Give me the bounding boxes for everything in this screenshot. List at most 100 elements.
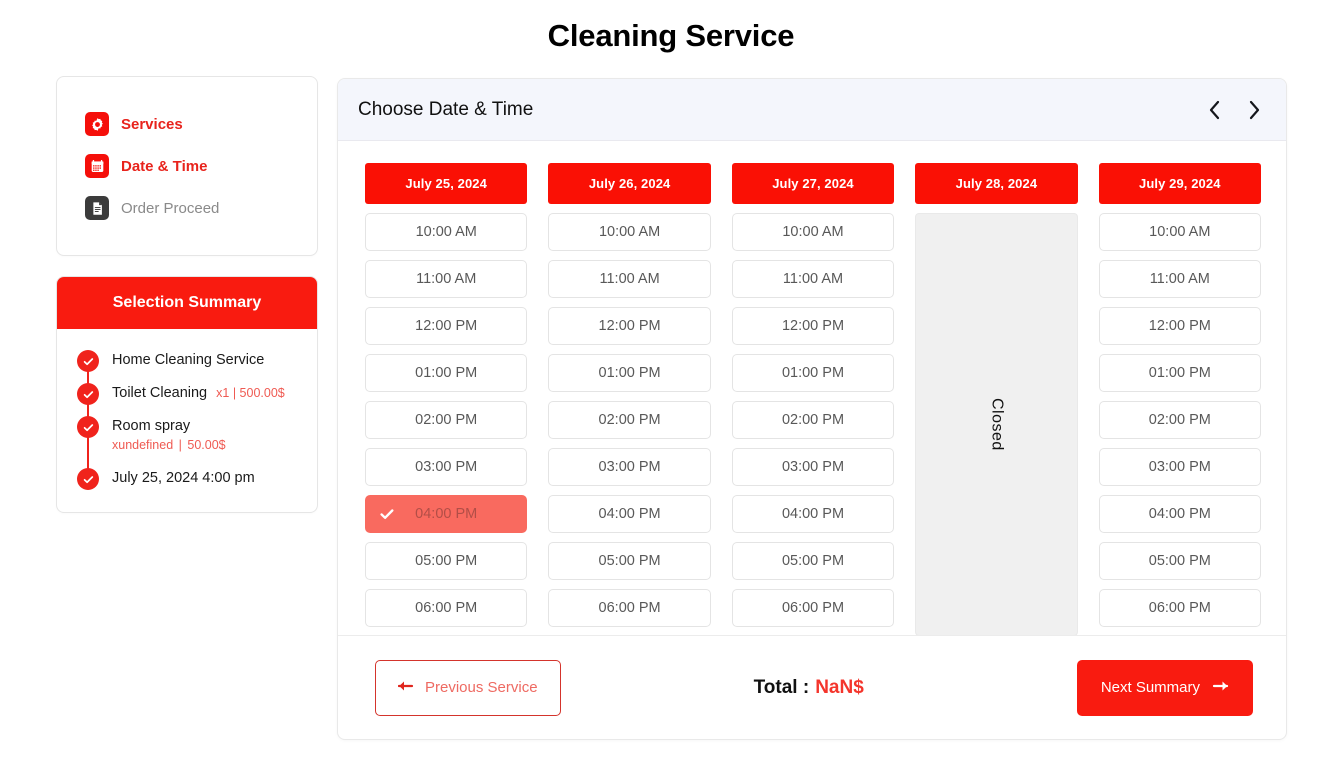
time-slot-label: 01:00 PM <box>1148 365 1211 381</box>
summary-item-price: 500.00$ <box>239 386 285 400</box>
step-item-date-time[interactable]: Date & Time <box>57 145 317 187</box>
time-slot[interactable]: 12:00 PM <box>1098 307 1261 345</box>
time-slot-label: 06:00 PM <box>781 600 845 616</box>
time-slot[interactable]: 03:00 PM <box>731 448 895 486</box>
chevron-right-icon[interactable] <box>1244 97 1264 123</box>
time-slot[interactable]: 11:00 AM <box>731 260 895 298</box>
panel-header: Choose Date & Time <box>338 79 1286 141</box>
summary-item: Home Cleaning Service <box>77 349 301 372</box>
summary-item-separator: | <box>232 386 237 400</box>
summary-item-text: Room spray xundefined | 50.00$ <box>112 415 226 455</box>
gear-icon <box>85 112 109 136</box>
time-slot-label: 02:00 PM <box>415 412 478 428</box>
panel-nav <box>1204 97 1264 123</box>
time-slot-list: 10:00 AM 11:00 AM 12:00 PM 01:00 PM 02:00 PM… <box>1098 213 1261 627</box>
time-slot[interactable]: 12:00 PM <box>731 307 895 345</box>
closed-label: Closed <box>988 398 1006 451</box>
panel-title: Choose Date & Time <box>358 98 534 120</box>
summary-item-text: July 25, 2024 4:00 pm <box>112 467 255 488</box>
document-icon <box>85 196 109 220</box>
time-slot[interactable]: 06:00 PM <box>365 589 528 627</box>
selection-summary-card: Selection Summary Home Cleaning Service T… <box>56 276 318 513</box>
time-slot[interactable]: 05:00 PM <box>731 542 895 580</box>
previous-service-label: Previous Service <box>425 679 538 696</box>
time-slot[interactable]: 11:00 AM <box>365 260 528 298</box>
schedule-area: July 25, 2024 10:00 AM 11:00 AM 12:00 PM 01:… <box>338 141 1286 636</box>
time-slot[interactable]: 03:00 PM <box>365 448 528 486</box>
time-slot-label: 05:00 PM <box>415 553 478 569</box>
time-slot[interactable]: 10:00 AM <box>365 213 528 251</box>
time-slot-label: 11:00 AM <box>1149 271 1210 287</box>
check-circle-icon <box>77 468 99 490</box>
time-slot[interactable]: 05:00 PM <box>548 542 711 580</box>
time-slot-label: 12:00 PM <box>598 318 661 334</box>
step-item-services[interactable]: Services <box>57 103 317 145</box>
check-icon <box>378 505 396 523</box>
summary-timeline: Home Cleaning Service Toilet Cleaning x1 |… <box>77 349 301 490</box>
time-slot-label: 03:00 PM <box>781 459 845 475</box>
previous-service-button[interactable]: Previous Service <box>375 659 561 716</box>
time-slot-label: 06:00 PM <box>1148 600 1211 616</box>
time-slot-label: 04:00 PM <box>415 506 478 522</box>
arrow-right-icon <box>1212 679 1229 696</box>
time-slot[interactable]: 10:00 AM <box>548 213 711 251</box>
time-slot[interactable]: 02:00 PM <box>731 401 895 439</box>
panel-footer: Previous Service Total : NaN$ Next Summar… <box>338 635 1286 739</box>
time-slot[interactable]: 01:00 PM <box>1098 354 1261 392</box>
summary-item: Toilet Cleaning x1 | 500.00$ <box>77 382 301 405</box>
time-slot[interactable]: 10:00 AM <box>731 213 895 251</box>
time-slot[interactable]: 11:00 AM <box>548 260 711 298</box>
time-slot-label: 10:00 AM <box>1149 224 1211 240</box>
step-item-order-proceed[interactable]: Order Proceed <box>57 187 317 229</box>
time-slot[interactable]: 02:00 PM <box>548 401 711 439</box>
summary-item-title: July 25, 2024 4:00 pm <box>112 470 255 486</box>
day-header[interactable]: July 28, 2024 <box>915 163 1078 204</box>
time-slot[interactable]: 02:00 PM <box>365 401 528 439</box>
time-slot[interactable]: 04:00 PM <box>731 495 895 533</box>
time-slot[interactable]: 01:00 PM <box>731 354 895 392</box>
time-slot[interactable]: 06:00 PM <box>1098 589 1261 627</box>
time-slot[interactable]: 01:00 PM <box>548 354 711 392</box>
time-slot[interactable]: 11:00 AM <box>1098 260 1261 298</box>
selection-summary-heading: Selection Summary <box>57 277 317 329</box>
day-header[interactable]: July 29, 2024 <box>1098 163 1261 204</box>
time-slot-label: 12:00 PM <box>781 318 845 334</box>
time-slot-label: 01:00 PM <box>598 365 661 381</box>
day-column: July 29, 2024 10:00 AM 11:00 AM 12:00 PM 01:… <box>1098 163 1261 636</box>
time-slot[interactable]: 01:00 PM <box>365 354 528 392</box>
time-slot[interactable]: 12:00 PM <box>365 307 528 345</box>
time-slot[interactable]: 04:00 PM <box>1098 495 1261 533</box>
time-slot[interactable]: 04:00 PM <box>548 495 711 533</box>
time-slot-label: 11:00 AM <box>782 271 844 287</box>
time-slot-list: 10:00 AM 11:00 AM 12:00 PM 01:00 PM 02:00 PM… <box>731 213 895 627</box>
chevron-left-icon[interactable] <box>1204 97 1224 123</box>
time-slot[interactable]: 05:00 PM <box>365 542 528 580</box>
time-slot-label: 03:00 PM <box>598 459 661 475</box>
closed-day-box: Closed <box>915 213 1078 636</box>
day-header[interactable]: July 27, 2024 <box>731 163 895 204</box>
time-slot-label: 10:00 AM <box>782 224 844 240</box>
total-display: Total : NaN$ <box>541 677 1077 699</box>
day-column: July 28, 2024 Closed <box>915 163 1078 636</box>
time-slot[interactable]: 05:00 PM <box>1098 542 1261 580</box>
time-slot[interactable]: 06:00 PM <box>731 589 895 627</box>
check-circle-icon <box>77 350 99 372</box>
time-slot-label: 04:00 PM <box>598 506 661 522</box>
time-slot[interactable]: 06:00 PM <box>548 589 711 627</box>
selection-summary-body: Home Cleaning Service Toilet Cleaning x1 |… <box>57 329 317 512</box>
time-slot[interactable]: 12:00 PM <box>548 307 711 345</box>
time-slot[interactable]: 10:00 AM <box>1098 213 1261 251</box>
step-label: Date & Time <box>121 157 208 175</box>
step-label: Order Proceed <box>121 199 220 217</box>
time-slot[interactable]: 03:00 PM <box>1098 448 1261 486</box>
next-summary-button[interactable]: Next Summary <box>1076 659 1253 716</box>
day-header[interactable]: July 25, 2024 <box>365 163 528 204</box>
summary-item-qty: x1 <box>216 386 230 400</box>
day-header[interactable]: July 26, 2024 <box>548 163 711 204</box>
time-slot-selected[interactable]: 04:00 PM <box>365 495 528 533</box>
day-column: July 27, 2024 10:00 AM 11:00 AM 12:00 PM 01:… <box>731 163 895 636</box>
time-slot[interactable]: 03:00 PM <box>548 448 711 486</box>
time-slot[interactable]: 02:00 PM <box>1098 401 1261 439</box>
app-root: Cleaning Service Services Date & Time Orde… <box>0 0 1342 765</box>
calendar-icon <box>85 154 109 178</box>
